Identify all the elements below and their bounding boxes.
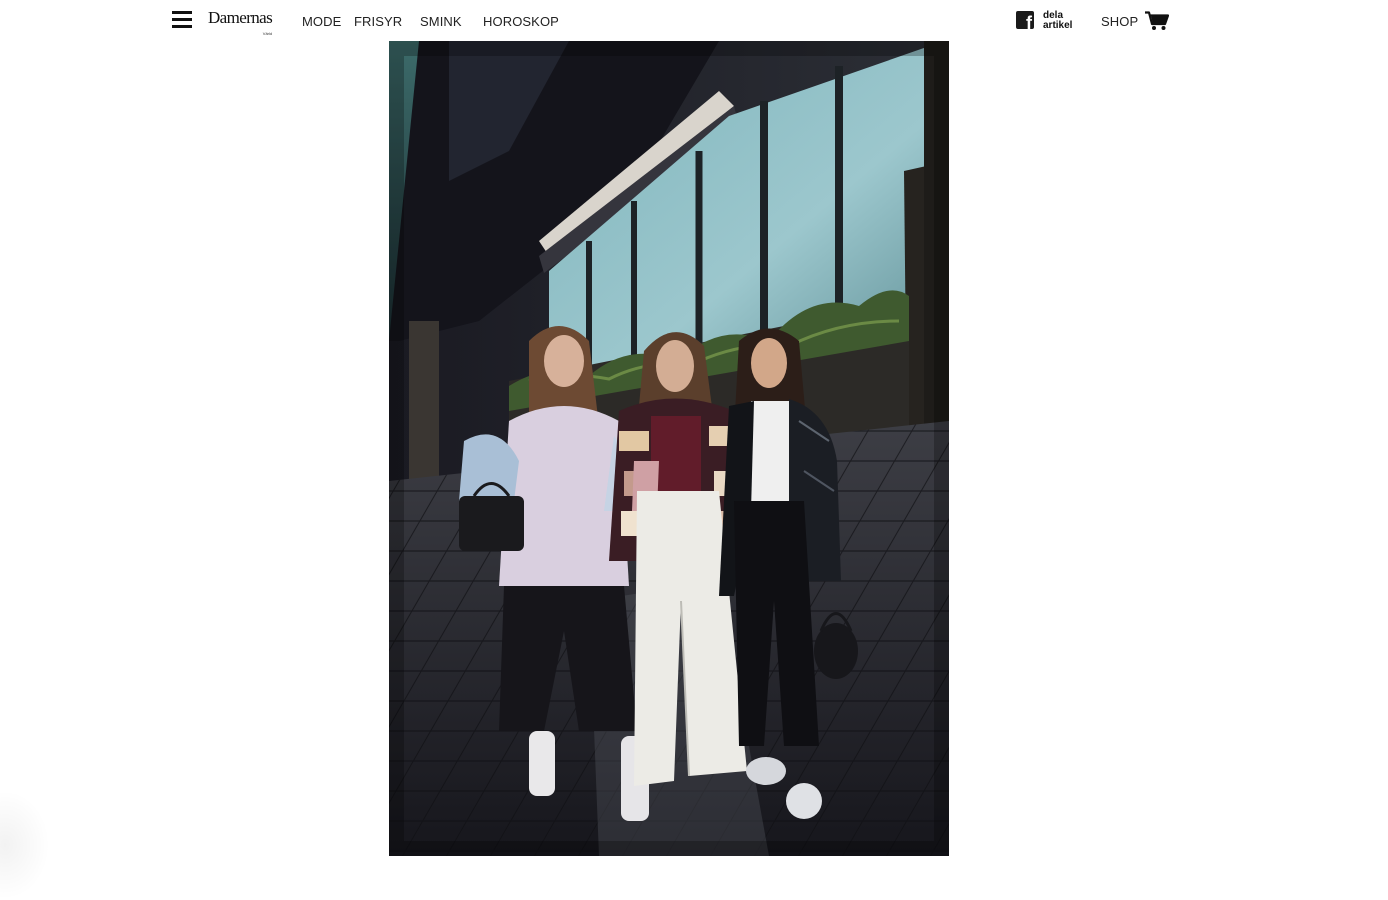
- share-label-line2: artikel: [1043, 20, 1073, 31]
- nav-item-smink[interactable]: SMINK: [420, 14, 462, 29]
- top-navigation-bar: Damernas Värld MODE FRISYR SMINK HOROSKO…: [0, 0, 1388, 41]
- nav-item-horoskop[interactable]: HOROSKOP: [483, 14, 559, 29]
- shop-link[interactable]: SHOP: [1101, 14, 1138, 29]
- hamburger-menu-icon[interactable]: [172, 11, 192, 29]
- share-article-button[interactable]: dela artikel: [1043, 11, 1072, 31]
- site-logo[interactable]: Damernas Värld: [208, 8, 273, 36]
- nav-item-mode[interactable]: MODE: [302, 14, 341, 29]
- logo-subtext: Värld: [262, 31, 273, 36]
- shopping-cart-icon[interactable]: [1145, 11, 1169, 31]
- corner-shadow: [0, 790, 50, 900]
- facebook-icon[interactable]: f: [1016, 11, 1034, 29]
- nav-item-frisyr[interactable]: FRISYR: [354, 14, 402, 29]
- article-hero-photo: [389, 41, 949, 856]
